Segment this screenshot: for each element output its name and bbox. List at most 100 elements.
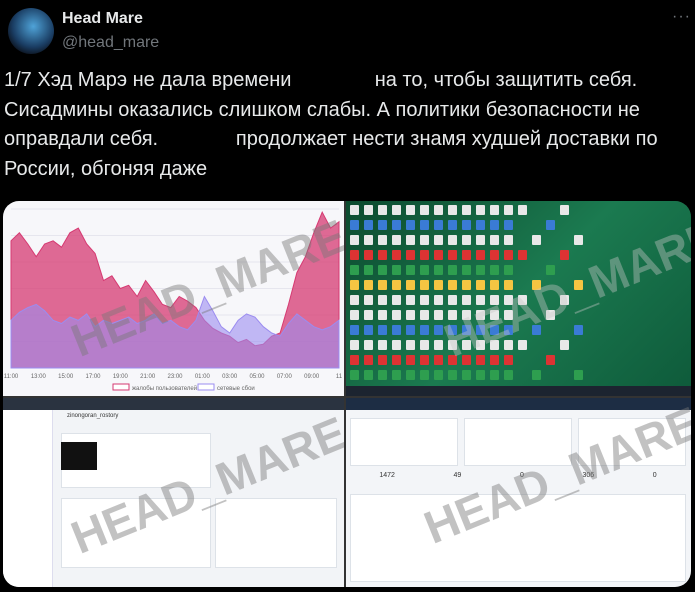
- desktop-file-icon[interactable]: [406, 235, 415, 245]
- desktop-file-icon[interactable]: [364, 265, 373, 275]
- desktop-file-icon[interactable]: [490, 355, 499, 365]
- desktop-file-icon[interactable]: [490, 295, 499, 305]
- desktop-file-icon[interactable]: [378, 235, 387, 245]
- desktop-file-icon[interactable]: [490, 370, 499, 380]
- desktop-file-icon[interactable]: [448, 205, 457, 215]
- desktop-file-icon[interactable]: [364, 310, 373, 320]
- desktop-file-icon[interactable]: [434, 295, 443, 305]
- desktop-file-icon[interactable]: [462, 220, 471, 230]
- desktop-file-icon[interactable]: [490, 340, 499, 350]
- desktop-file-icon[interactable]: [434, 325, 443, 335]
- desktop-file-icon[interactable]: [350, 310, 359, 320]
- author-name[interactable]: Head Mare: [62, 10, 143, 28]
- desktop-file-icon[interactable]: [476, 325, 485, 335]
- desktop-file-icon[interactable]: [406, 250, 415, 260]
- desktop-file-icon[interactable]: [504, 220, 513, 230]
- desktop-file-icon[interactable]: [378, 280, 387, 290]
- desktop-file-icon[interactable]: [462, 205, 471, 215]
- desktop-file-icon[interactable]: [490, 325, 499, 335]
- desktop-file-icon[interactable]: [406, 265, 415, 275]
- desktop-file-icon[interactable]: [406, 340, 415, 350]
- desktop-file-icon[interactable]: [392, 265, 401, 275]
- desktop-file-icon[interactable]: [448, 310, 457, 320]
- desktop-file-icon[interactable]: [448, 355, 457, 365]
- desktop-file-icon[interactable]: [434, 340, 443, 350]
- desktop-file-icon[interactable]: [574, 325, 583, 335]
- desktop-file-icon[interactable]: [378, 220, 387, 230]
- desktop-file-icon[interactable]: [350, 370, 359, 380]
- desktop-file-icon[interactable]: [476, 265, 485, 275]
- desktop-file-icon[interactable]: [448, 325, 457, 335]
- desktop-file-icon[interactable]: [420, 265, 429, 275]
- desktop-file-icon[interactable]: [462, 250, 471, 260]
- desktop-file-icon[interactable]: [504, 370, 513, 380]
- desktop-file-icon[interactable]: [350, 295, 359, 305]
- desktop-file-icon[interactable]: [434, 205, 443, 215]
- desktop-file-icon[interactable]: [504, 265, 513, 275]
- desktop-file-icon[interactable]: [378, 310, 387, 320]
- desktop-file-icon[interactable]: [420, 220, 429, 230]
- desktop-file-icon[interactable]: [546, 310, 555, 320]
- desktop-file-icon[interactable]: [462, 235, 471, 245]
- media-grid[interactable]: 11:00 13:00 15:00 17:00 19:00 21:00 23:00 01:00…: [3, 201, 691, 587]
- desktop-file-icon[interactable]: [364, 205, 373, 215]
- desktop-file-icon[interactable]: [448, 250, 457, 260]
- desktop-file-icon[interactable]: [518, 295, 527, 305]
- desktop-file-icon[interactable]: [350, 220, 359, 230]
- desktop-file-icon[interactable]: [350, 325, 359, 335]
- desktop-file-icon[interactable]: [434, 235, 443, 245]
- desktop-file-icon[interactable]: [364, 325, 373, 335]
- desktop-file-icon[interactable]: [504, 325, 513, 335]
- desktop-file-icon[interactable]: [406, 280, 415, 290]
- desktop-file-icon[interactable]: [434, 250, 443, 260]
- desktop-file-icon[interactable]: [364, 235, 373, 245]
- desktop-file-icon[interactable]: [392, 370, 401, 380]
- desktop-file-icon[interactable]: [504, 280, 513, 290]
- desktop-file-icon[interactable]: [364, 280, 373, 290]
- desktop-file-icon[interactable]: [546, 265, 555, 275]
- desktop-file-icon[interactable]: [574, 235, 583, 245]
- desktop-file-icon[interactable]: [420, 280, 429, 290]
- desktop-file-icon[interactable]: [406, 220, 415, 230]
- desktop-file-icon[interactable]: [350, 265, 359, 275]
- desktop-file-icon[interactable]: [532, 235, 541, 245]
- desktop-file-icon[interactable]: [378, 370, 387, 380]
- more-icon[interactable]: ···: [672, 8, 691, 26]
- desktop-file-icon[interactable]: [532, 325, 541, 335]
- desktop-file-icon[interactable]: [420, 295, 429, 305]
- desktop-file-icon[interactable]: [448, 220, 457, 230]
- desktop-file-icon[interactable]: [560, 340, 569, 350]
- desktop-file-icon[interactable]: [364, 295, 373, 305]
- desktop-file-icon[interactable]: [420, 370, 429, 380]
- media-chart-image[interactable]: 11:00 13:00 15:00 17:00 19:00 21:00 23:00 01:00…: [3, 201, 344, 396]
- desktop-file-icon[interactable]: [448, 235, 457, 245]
- desktop-file-icon[interactable]: [350, 250, 359, 260]
- desktop-file-icon[interactable]: [504, 310, 513, 320]
- desktop-file-icon[interactable]: [476, 310, 485, 320]
- desktop-file-icon[interactable]: [448, 265, 457, 275]
- desktop-file-icon[interactable]: [434, 355, 443, 365]
- desktop-file-icon[interactable]: [476, 235, 485, 245]
- desktop-file-icon[interactable]: [504, 340, 513, 350]
- desktop-file-icon[interactable]: [392, 295, 401, 305]
- desktop-file-icon[interactable]: [574, 280, 583, 290]
- desktop-file-icon[interactable]: [364, 355, 373, 365]
- desktop-file-icon[interactable]: [462, 370, 471, 380]
- desktop-file-icon[interactable]: [420, 325, 429, 335]
- desktop-file-icon[interactable]: [462, 325, 471, 335]
- desktop-file-icon[interactable]: [462, 340, 471, 350]
- desktop-file-icon[interactable]: [364, 250, 373, 260]
- desktop-file-icon[interactable]: [560, 250, 569, 260]
- desktop-file-icon[interactable]: [490, 310, 499, 320]
- desktop-file-icon[interactable]: [448, 370, 457, 380]
- desktop-file-icon[interactable]: [532, 280, 541, 290]
- desktop-file-icon[interactable]: [378, 265, 387, 275]
- media-vm-console-image[interactable]: zinongoran_rostory HEAD_MARE: [3, 398, 344, 587]
- desktop-file-icon[interactable]: [434, 280, 443, 290]
- desktop-file-icon[interactable]: [378, 205, 387, 215]
- desktop-file-icon[interactable]: [490, 235, 499, 245]
- desktop-file-icon[interactable]: [448, 295, 457, 305]
- desktop-file-icon[interactable]: [546, 220, 555, 230]
- desktop-file-icon[interactable]: [392, 310, 401, 320]
- desktop-file-icon[interactable]: [364, 220, 373, 230]
